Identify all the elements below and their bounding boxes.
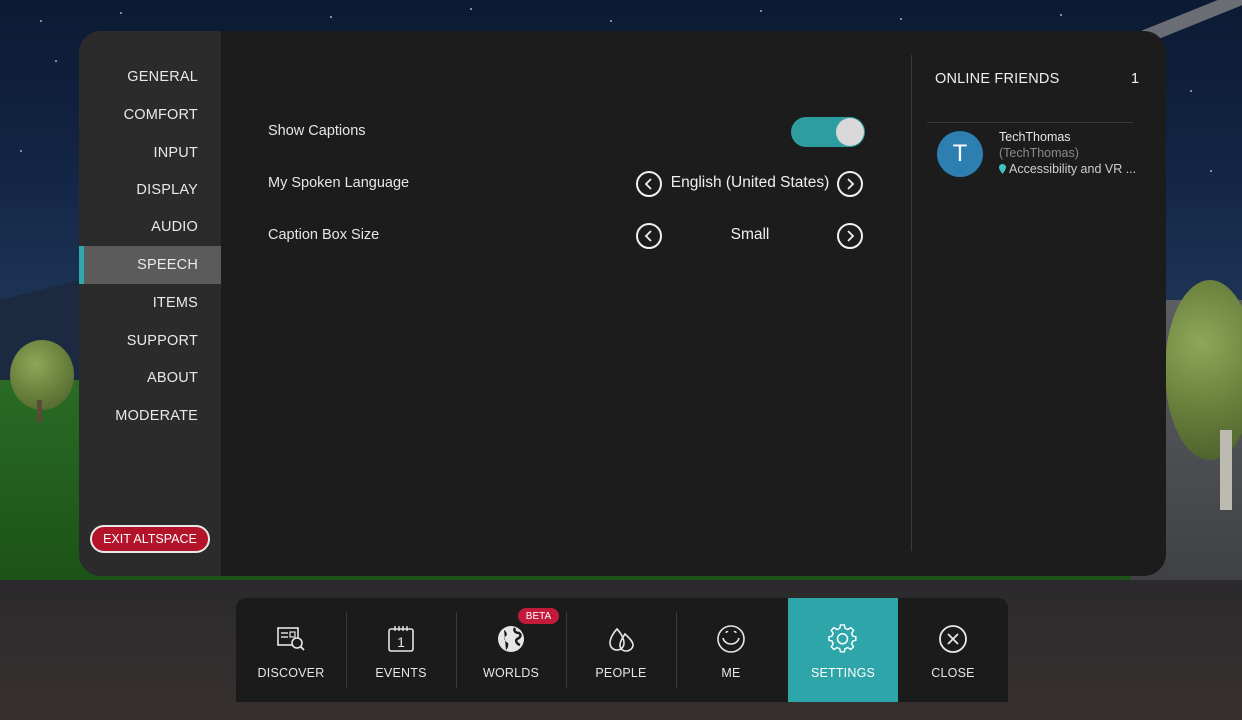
tree-trunk	[1220, 430, 1232, 510]
sidebar-item-label: MODERATE	[115, 408, 198, 424]
friend-avatar[interactable]: T	[937, 131, 983, 177]
settings-panel: GENERAL COMFORT INPUT DISPLAY AUDIO SPEE…	[79, 31, 1166, 576]
sidebar-item-label: SPEECH	[137, 257, 198, 273]
sidebar-item-audio[interactable]: AUDIO	[79, 208, 221, 246]
spoken-language-label: My Spoken Language	[268, 175, 410, 191]
calendar-icon: 1	[388, 626, 414, 652]
settings-sidebar: GENERAL COMFORT INPUT DISPLAY AUDIO SPEE…	[79, 31, 221, 576]
main-navbar: DISCOVER 1 EVENTS WORLDS PEOPLE ME SETTI…	[236, 598, 1008, 702]
friend-name[interactable]: TechThomas	[999, 130, 1071, 144]
smiley-icon	[717, 625, 745, 653]
nav-discover[interactable]: DISCOVER	[236, 598, 346, 702]
spoken-language-next-button[interactable]	[837, 171, 863, 197]
nav-settings[interactable]: SETTINGS	[788, 598, 898, 702]
nav-label: CLOSE	[931, 666, 975, 680]
sidebar-item-label: GENERAL	[127, 69, 198, 85]
beta-badge: BETA	[518, 608, 559, 624]
caption-box-size-label: Caption Box Size	[268, 227, 380, 243]
sidebar-item-display[interactable]: DISPLAY	[79, 171, 221, 209]
nav-close[interactable]: CLOSE	[898, 598, 1008, 702]
discover-icon	[277, 627, 305, 651]
toggle-knob	[836, 118, 864, 146]
sidebar-item-label: AUDIO	[151, 219, 198, 235]
spoken-language-value: English (United States)	[670, 174, 830, 191]
sidebar-item-input[interactable]: INPUT	[79, 134, 221, 172]
chevron-right-icon	[847, 230, 855, 242]
spoken-language-prev-button[interactable]	[636, 171, 662, 197]
sidebar-item-label: INPUT	[153, 145, 198, 161]
sidebar-item-label: COMFORT	[123, 107, 198, 123]
location-pin-icon	[999, 164, 1006, 174]
online-friends-title: ONLINE FRIENDS	[935, 71, 1060, 87]
sidebar-item-items[interactable]: ITEMS	[79, 284, 221, 322]
gear-icon	[828, 624, 857, 653]
friend-location-text: Accessibility and VR ...	[1009, 162, 1137, 176]
friend-location[interactable]: Accessibility and VR ...	[999, 162, 1149, 176]
sidebar-item-speech[interactable]: SPEECH	[79, 246, 221, 284]
caption-box-size-value: Small	[730, 226, 770, 243]
caption-size-prev-button[interactable]	[636, 223, 662, 249]
nav-label: SETTINGS	[810, 666, 876, 680]
sidebar-item-label: SUPPORT	[126, 333, 198, 349]
sidebar-item-about[interactable]: ABOUT	[79, 359, 221, 397]
exit-altspace-button[interactable]: EXIT ALTSPACE	[90, 525, 210, 553]
nav-label: PEOPLE	[595, 666, 647, 680]
tree	[10, 340, 74, 410]
friend-handle: (TechThomas)	[999, 146, 1079, 160]
nav-label: WORLDS	[482, 666, 540, 680]
friends-divider	[911, 55, 912, 551]
sidebar-item-support[interactable]: SUPPORT	[79, 322, 221, 360]
sidebar-item-general[interactable]: GENERAL	[79, 58, 221, 96]
sidebar-item-label: ITEMS	[152, 295, 198, 311]
show-captions-label: Show Captions	[268, 123, 366, 139]
online-friends-count: 1	[1131, 71, 1140, 87]
nav-people[interactable]: PEOPLE	[566, 598, 676, 702]
nav-me[interactable]: ME	[676, 598, 786, 702]
nav-label: EVENTS	[375, 666, 427, 680]
globe-icon	[498, 626, 524, 652]
sidebar-item-comfort[interactable]: COMFORT	[79, 96, 221, 134]
nav-label: ME	[721, 666, 741, 680]
sidebar-item-moderate[interactable]: MODERATE	[79, 397, 221, 435]
chevron-left-icon	[644, 178, 652, 190]
chevron-left-icon	[644, 230, 652, 242]
nav-events[interactable]: 1 EVENTS	[346, 598, 456, 702]
sidebar-item-label: ABOUT	[147, 370, 198, 386]
friends-separator	[927, 122, 1133, 123]
close-icon	[939, 625, 967, 653]
chevron-right-icon	[847, 178, 855, 190]
people-icon	[609, 627, 634, 652]
nav-label: DISCOVER	[257, 666, 325, 680]
tree-trunk	[37, 400, 42, 422]
show-captions-toggle[interactable]	[791, 117, 865, 147]
calendar-day-number: 1	[397, 634, 405, 650]
sidebar-item-label: DISPLAY	[136, 182, 198, 198]
caption-size-next-button[interactable]	[837, 223, 863, 249]
